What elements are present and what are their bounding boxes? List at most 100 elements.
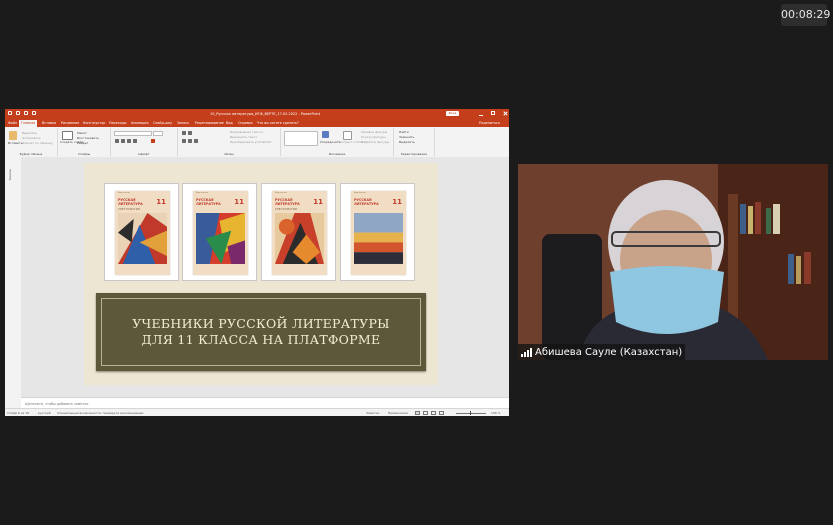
maximize-icon[interactable]: [491, 111, 495, 115]
reading-view-icon[interactable]: [431, 410, 436, 415]
tab-help[interactable]: Справка: [238, 121, 253, 125]
tab-view[interactable]: Вид: [226, 121, 233, 125]
copy-button[interactable]: Копировать: [22, 136, 41, 140]
language-indicator[interactable]: русский: [38, 411, 51, 415]
book-grade: 11: [392, 198, 402, 206]
font-group-label: Шрифт: [138, 151, 150, 156]
layout-button[interactable]: Макет: [77, 131, 87, 135]
cover-artwork: [354, 213, 403, 264]
title-banner: УЧЕБНИКИ РУССКОЙ ЛИТЕРАТУРЫ ДЛЯ 11 КЛАСС…: [96, 293, 426, 371]
close-icon[interactable]: [503, 111, 507, 115]
slide-sorter-icon[interactable]: [423, 410, 428, 415]
save-icon[interactable]: [16, 111, 20, 115]
format-painter-button[interactable]: Формат по образцу: [22, 141, 53, 145]
numbering-icon[interactable]: [188, 131, 192, 135]
autosave-icon[interactable]: [8, 111, 12, 115]
book-card-4[interactable]: Издательство РУССКАЯ ЛИТЕРАТУРА 11: [340, 183, 415, 281]
quick-styles-icon[interactable]: [343, 131, 352, 140]
book-cover: Издательство РУССКАЯ ЛИТЕРАТУРА 11 ХРЕСТО…: [115, 191, 170, 275]
align-left-icon[interactable]: [182, 139, 186, 143]
font-color-icon[interactable]: [151, 139, 155, 143]
notes-toggle[interactable]: Заметки: [366, 411, 379, 415]
drawing-group: Упорядочить Экспресс-стили Заливка фигур…: [281, 128, 394, 156]
shape-effects-button[interactable]: Эффекты фигуры: [361, 140, 389, 144]
normal-view-icon[interactable]: [415, 410, 420, 415]
italic-icon[interactable]: [121, 139, 125, 143]
reset-button[interactable]: Восстановить: [77, 136, 99, 140]
thumbnail-pane[interactable]: Эскизы: [5, 157, 22, 397]
clipboard-group-label: Буфер обмена: [19, 151, 43, 156]
ribbon-tabs: Файл Главная Вставка Рисование Конструкт…: [5, 119, 509, 127]
cut-button[interactable]: Вырезать: [22, 131, 37, 135]
zoom-slider-thumb[interactable]: [470, 411, 472, 415]
replace-button[interactable]: Заменить: [399, 135, 414, 139]
minimize-icon[interactable]: [479, 111, 483, 116]
accessibility-status[interactable]: Специальные возможности: проверьте реком…: [57, 411, 144, 415]
paragraph-group: Направление текста Выровнять текст Преоб…: [178, 128, 281, 156]
convert-smartart-button[interactable]: Преобразовать в SmartArt: [230, 140, 271, 144]
slide-canvas: Издательство РУССКАЯ ЛИТЕРАТУРА 11 ХРЕСТО…: [21, 157, 509, 397]
find-button[interactable]: Найти: [399, 130, 409, 134]
book-series: Издательство: [354, 193, 366, 194]
tab-record[interactable]: Запись: [177, 121, 189, 125]
book-card-2[interactable]: Издательство РУССКАЯ ЛИТЕРАТУРА 11: [182, 183, 257, 281]
align-text-button[interactable]: Выровнять текст: [230, 135, 257, 139]
cover-artwork: [196, 213, 245, 264]
drawing-group-label: Рисование: [328, 151, 346, 156]
title-bar: 10_Русская литература_ИГФ_ВЕРТЕ_17.02.20…: [5, 109, 509, 119]
document-title: 10_Русская литература_ИГФ_ВЕРТЕ_17.02.20…: [210, 111, 321, 116]
book-grade: 11: [234, 198, 244, 206]
align-center-icon[interactable]: [188, 139, 192, 143]
paste-button[interactable]: Вставить: [8, 141, 23, 145]
tab-review[interactable]: Рецензирование: [195, 121, 224, 125]
notes-placeholder: Щелкните, чтобы добавить заметки: [25, 401, 89, 406]
share-button[interactable]: Поделиться: [479, 121, 500, 125]
strikethrough-icon[interactable]: [133, 139, 137, 143]
select-button[interactable]: Выделить: [399, 140, 415, 144]
banner-title-line-1: УЧЕБНИКИ РУССКОЙ ЛИТЕРАТУРЫ: [132, 316, 390, 331]
tab-transitions[interactable]: Переходы: [109, 121, 126, 125]
book-card-1[interactable]: Издательство РУССКАЯ ЛИТЕРАТУРА 11 ХРЕСТО…: [104, 183, 179, 281]
banner-frame: УЧЕБНИКИ РУССКОЙ ЛИТЕРАТУРЫ ДЛЯ 11 КЛАСС…: [101, 298, 421, 366]
tab-file[interactable]: Файл: [8, 121, 17, 125]
cover-artwork: [275, 213, 324, 264]
book-card-3[interactable]: Издательство РУССКАЯ ЛИТЕРАТУРА 11 ХРЕСТО…: [261, 183, 336, 281]
tab-design[interactable]: Конструктор: [83, 121, 105, 125]
font-name-field[interactable]: [114, 131, 152, 136]
tab-draw[interactable]: Рисование: [61, 121, 79, 125]
arrange-icon[interactable]: [322, 131, 329, 138]
participant-video[interactable]: Абишева Сауле (Казахстан): [518, 164, 828, 360]
tab-home[interactable]: Главная: [19, 120, 38, 127]
slide[interactable]: Издательство РУССКАЯ ЛИТЕРАТУРА 11 ХРЕСТО…: [84, 163, 438, 385]
shapes-gallery[interactable]: [284, 131, 318, 146]
align-right-icon[interactable]: [194, 139, 198, 143]
tell-me-search[interactable]: Что вы хотите сделать?: [257, 121, 299, 125]
bold-icon[interactable]: [115, 139, 119, 143]
redo-icon[interactable]: [32, 111, 36, 115]
participant-name: Абишева Сауле (Казахстан): [535, 346, 683, 358]
tab-slideshow[interactable]: Слайд-шоу: [153, 121, 172, 125]
paste-icon[interactable]: [9, 131, 17, 140]
underline-icon[interactable]: [127, 139, 131, 143]
slideshow-view-icon[interactable]: [439, 410, 444, 415]
shape-outline-button[interactable]: Контур фигуры: [361, 135, 385, 139]
text-direction-button[interactable]: Направление текста: [230, 130, 263, 134]
new-slide-icon[interactable]: [62, 131, 73, 140]
bullets-icon[interactable]: [182, 131, 186, 135]
status-bar: Слайд 6 из 16 русский Специальные возмож…: [5, 408, 509, 416]
book-cover: Издательство РУССКАЯ ЛИТЕРАТУРА 11: [351, 191, 406, 275]
editing-group-label: Редактирование: [400, 151, 428, 156]
comments-toggle[interactable]: Примечания: [388, 411, 408, 415]
tab-insert[interactable]: Вставка: [42, 121, 56, 125]
powerpoint-window: 10_Русская литература_ИГФ_ВЕРТЕ_17.02.20…: [5, 109, 509, 416]
undo-icon[interactable]: [24, 111, 28, 115]
tab-animations[interactable]: Анимация: [131, 121, 148, 125]
font-size-field[interactable]: [153, 131, 163, 136]
participant-figure: [542, 180, 811, 360]
shape-fill-button[interactable]: Заливка фигуры: [361, 130, 387, 134]
quick-styles-button[interactable]: Экспресс-стили: [338, 140, 363, 144]
section-button[interactable]: Раздел: [77, 141, 88, 145]
book-subtitle: ХРЕСТОМАТИЯ: [118, 208, 140, 211]
sign-in-button[interactable]: Вход: [446, 111, 459, 116]
zoom-level[interactable]: 106 %: [491, 411, 501, 415]
